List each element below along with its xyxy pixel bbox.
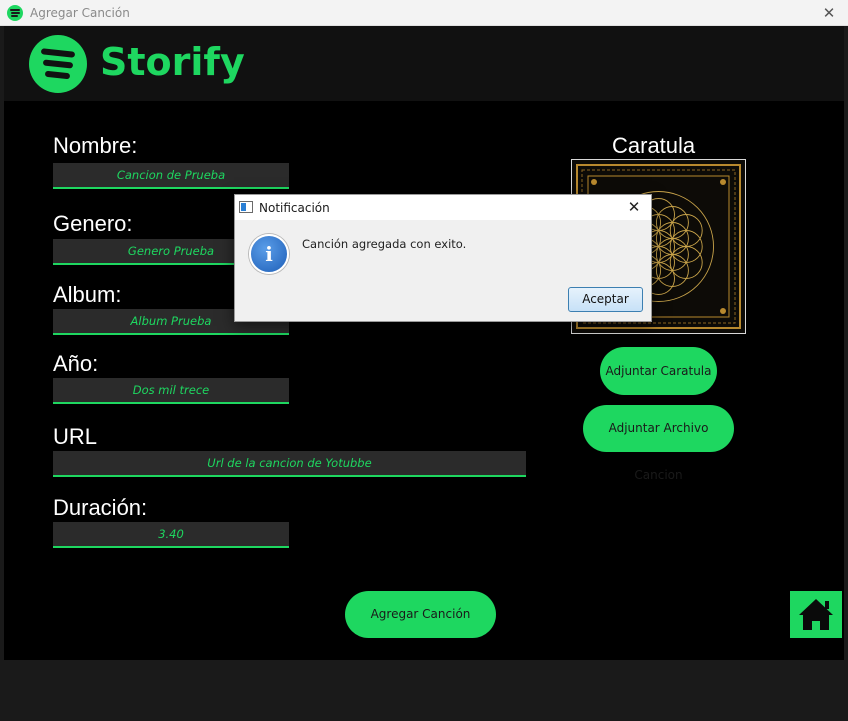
- attach-song-file-button[interactable]: Adjuntar Archivo Cancion: [583, 405, 734, 482]
- notification-dialog: Notificación ✕ i Canción agregada con ex…: [234, 194, 652, 322]
- window-title: Agregar Canción: [30, 6, 130, 20]
- spotify-logo-icon: [29, 35, 87, 93]
- url-field[interactable]: Url de la cancion de Yotubbe: [53, 451, 526, 477]
- home-icon: [799, 599, 833, 630]
- app-header: Storify: [4, 26, 844, 101]
- genero-label: Genero:: [53, 211, 133, 236]
- dialog-window-icon: [239, 201, 253, 213]
- dialog-title: Notificación: [259, 201, 330, 215]
- dialog-message: Canción agregada con exito.: [302, 237, 467, 251]
- brand-name: Storify: [100, 40, 245, 84]
- attach-cover-button[interactable]: Adjuntar Caratula: [600, 347, 717, 395]
- add-song-button[interactable]: Agregar Canción: [345, 591, 496, 638]
- app-icon: [7, 5, 23, 21]
- caratula-label: Caratula: [612, 133, 696, 158]
- dialog-titlebar: Notificación ✕: [235, 195, 651, 220]
- window-frame-right: [844, 26, 848, 721]
- dialog-close-button[interactable]: ✕: [623, 197, 645, 217]
- nombre-label: Nombre:: [53, 133, 138, 158]
- nombre-field[interactable]: Cancion de Prueba: [53, 163, 289, 189]
- anio-label: Año:: [53, 351, 99, 376]
- anio-field[interactable]: Dos mil trece: [53, 378, 289, 404]
- album-label: Album:: [53, 282, 122, 307]
- window-titlebar: Agregar Canción ✕: [0, 0, 848, 26]
- app-footer: [4, 660, 844, 721]
- accept-button[interactable]: Aceptar: [568, 287, 643, 312]
- window-close-button[interactable]: ✕: [814, 2, 844, 24]
- duracion-field[interactable]: 3.40: [53, 522, 289, 548]
- home-button[interactable]: [790, 591, 842, 638]
- url-label: URL: [53, 424, 98, 449]
- info-icon: i: [249, 234, 289, 274]
- duracion-label: Duración:: [53, 495, 148, 520]
